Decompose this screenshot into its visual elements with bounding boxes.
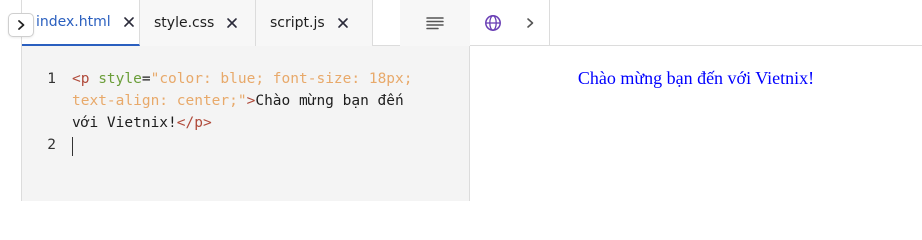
code-string: text-align: center;": [72, 93, 247, 109]
tab-index-html[interactable]: index.html: [22, 0, 140, 46]
code-tag: </p>: [176, 115, 212, 131]
code-attribute: style: [89, 71, 142, 87]
code-line-wrap: text-align: center;">Chào mừng bạn đến: [72, 90, 404, 112]
tab-script-js[interactable]: script.js: [256, 0, 373, 46]
close-icon[interactable]: [123, 16, 135, 28]
code-editor[interactable]: 1 2 <p style="color: blue; font-size: 18…: [22, 46, 469, 201]
code-tag: <p: [72, 71, 90, 87]
close-icon[interactable]: [226, 17, 238, 29]
close-icon[interactable]: [337, 17, 349, 29]
preview-paragraph: Chào mừng bạn đến với Vietnix!: [577, 68, 815, 88]
code-line: <p style="color: blue; font-size: 18px;: [72, 68, 413, 90]
line-number: 1: [47, 71, 56, 87]
preview-toolbar: [470, 0, 922, 46]
tab-style-css[interactable]: style.css: [140, 0, 256, 46]
chevron-right-icon[interactable]: [524, 17, 536, 29]
sidebar-toggle-button[interactable]: [8, 13, 34, 37]
code-text: Chào mừng bạn đến: [255, 93, 404, 109]
preview-pane: Chào mừng bạn đến với Vietnix!: [470, 0, 922, 201]
code-line-wrap: với Vietnix!</p>: [72, 112, 212, 134]
globe-icon[interactable]: [484, 14, 502, 32]
editor-tabbar: index.html style.css script.js: [22, 0, 470, 46]
tab-label: index.html: [36, 14, 111, 30]
editor-pane: index.html style.css script.js 1 2 <p st…: [0, 0, 470, 201]
tab-label: script.js: [270, 15, 325, 31]
text-cursor: [72, 137, 73, 156]
line-number: 2: [47, 137, 56, 153]
preview-nav: [470, 0, 550, 46]
format-lines-icon: [426, 17, 444, 30]
code-equals: =: [141, 71, 151, 87]
tab-label: style.css: [154, 15, 215, 31]
code-string: "color: blue; font-size: 18px;: [150, 71, 413, 87]
format-button[interactable]: [400, 0, 470, 46]
chevron-right-icon: [18, 20, 25, 30]
preview-toolbar-fill: [550, 0, 922, 46]
code-text: với Vietnix!: [72, 115, 177, 131]
